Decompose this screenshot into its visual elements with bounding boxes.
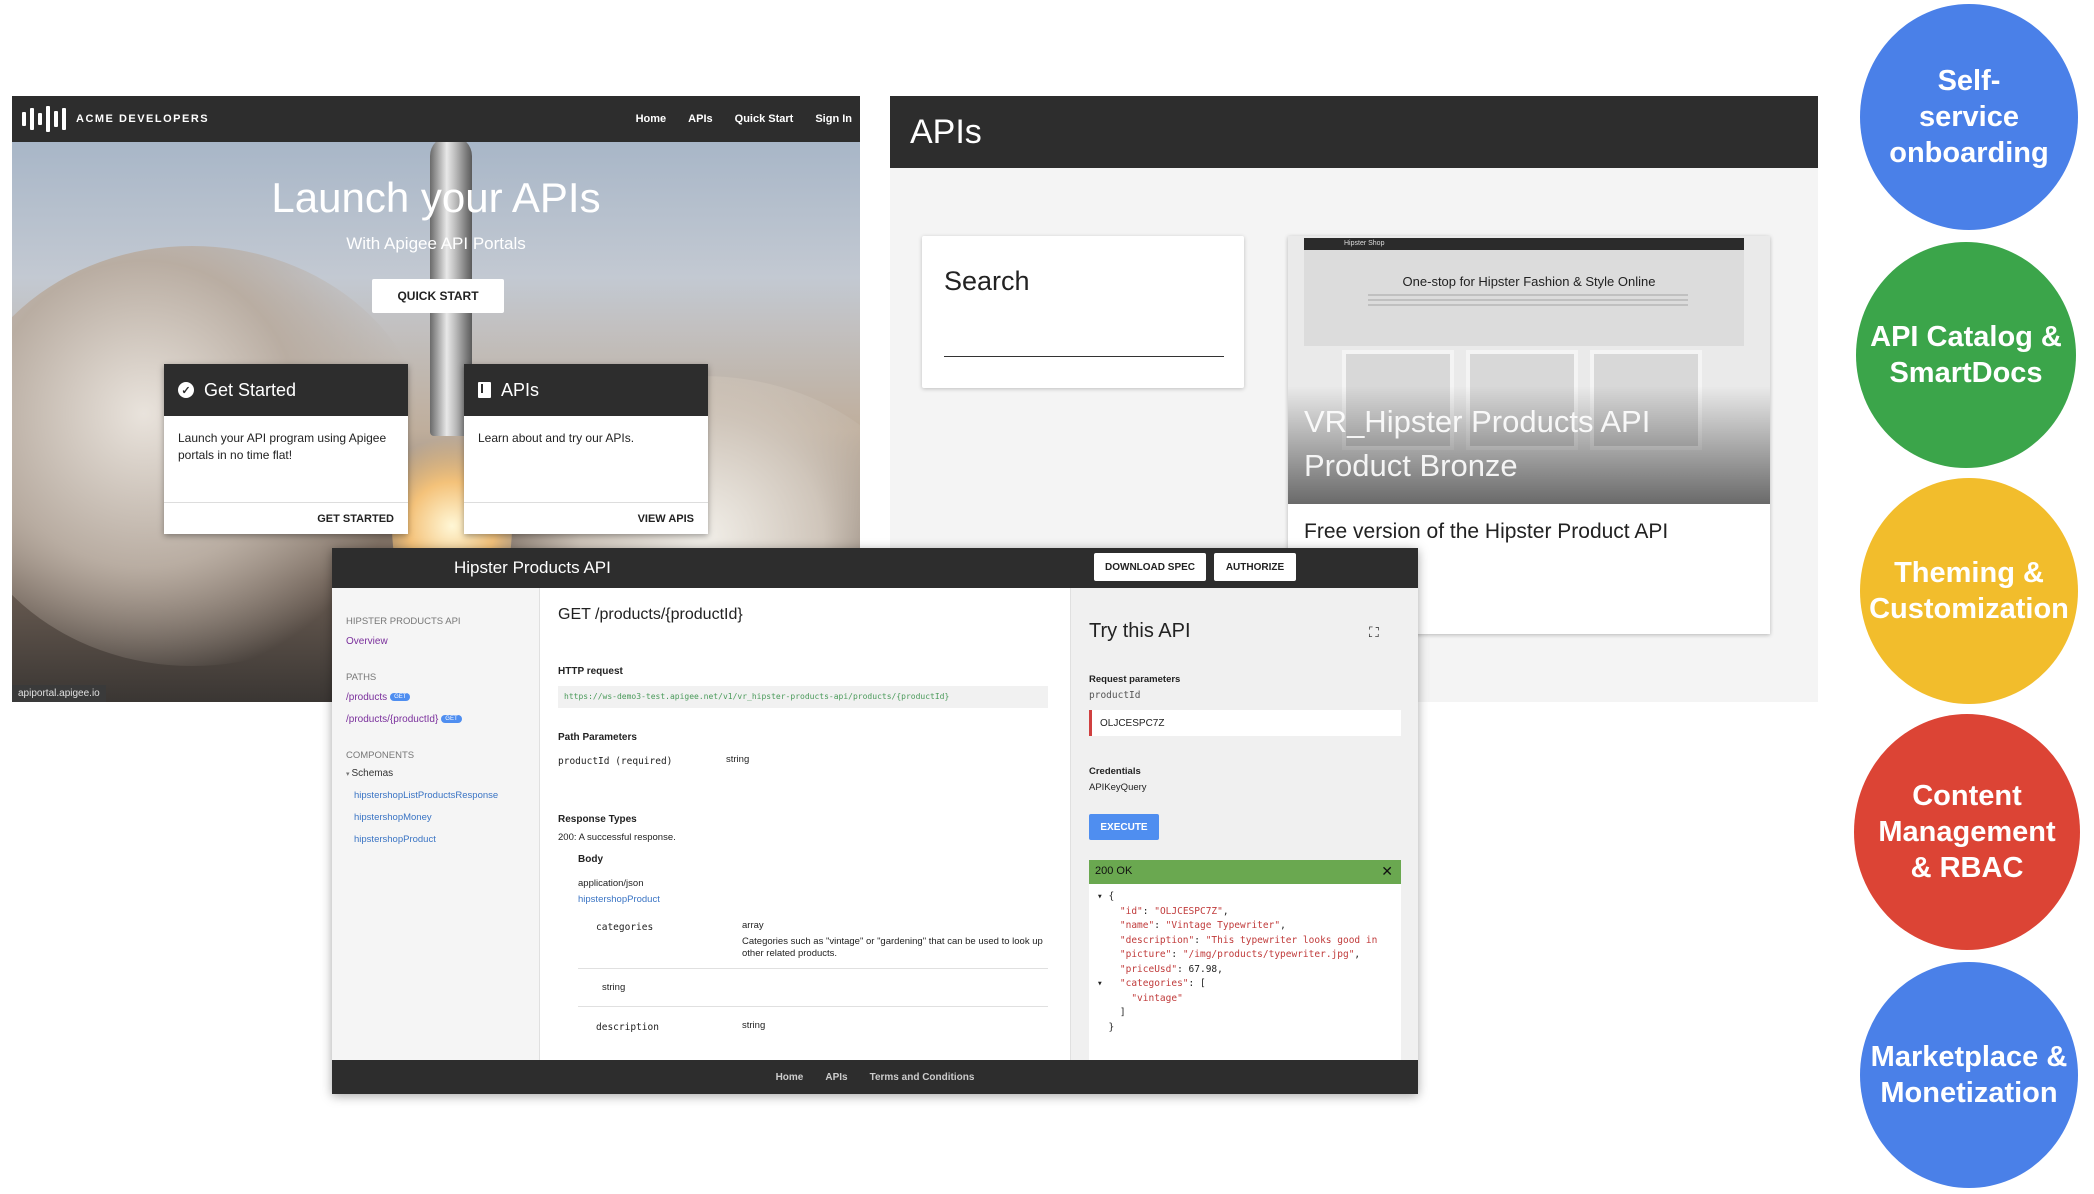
sidebar-schema-list-response[interactable]: hipstershopListProductsResponse — [354, 790, 498, 801]
sidebar-item-products[interactable]: /products GET — [346, 692, 411, 703]
field-name: categories — [596, 922, 654, 933]
sidebar-schema-money[interactable]: hipstershopMoney — [354, 812, 432, 823]
sidebar-item-product-by-id[interactable]: /products/{productId} GET — [346, 714, 462, 725]
http-request-label: HTTP request — [558, 666, 623, 677]
sidebar-item-schemas[interactable]: ▾ Schemas — [346, 768, 393, 779]
execute-button[interactable]: EXECUTE — [1089, 814, 1159, 840]
response-status: 200 OK — [1095, 865, 1133, 877]
product-overlay-title: VR_Hipster Products API Product Bronze — [1304, 404, 1651, 483]
content-type: application/json — [578, 878, 644, 889]
feature-api-catalog: API Catalog & SmartDocs — [1856, 242, 2076, 468]
status-url: apiportal.apigee.io — [12, 685, 106, 702]
search-card[interactable]: Search — [922, 236, 1244, 388]
feature-marketplace: Marketplace & Monetization — [1860, 962, 2078, 1188]
footer-home[interactable]: Home — [776, 1072, 804, 1083]
check-circle-icon: ✓ — [178, 382, 194, 398]
docs-sidebar: HIPSTER PRODUCTS API Overview PATHS /pro… — [332, 588, 540, 1060]
brand-name: ACME DEVELOPERS — [76, 113, 210, 125]
request-url: https://ws-demo3-test.apigee.net/v1/vr_h… — [558, 686, 1048, 708]
param-name: productId (required) — [558, 756, 673, 767]
preview-bar: Hipster Shop — [1304, 238, 1744, 250]
path-params-label: Path Parameters — [558, 732, 637, 743]
response-json: ▾ { "id": "OLJCESPC7Z", "name": "Vintage… — [1089, 884, 1401, 1060]
search-label: Search — [944, 266, 1030, 296]
param-type: string — [726, 754, 750, 765]
response-types-label: Response Types — [558, 814, 637, 825]
request-params-label: Request parameters — [1089, 674, 1181, 685]
sidebar-schema-product[interactable]: hipstershopProduct — [354, 834, 436, 845]
view-apis-link[interactable]: VIEW APIS — [638, 513, 694, 525]
hero-subtitle: With Apigee API Portals — [346, 234, 526, 253]
feature-content-management: Content Management & RBAC — [1854, 714, 2080, 950]
endpoint-title: GET /products/{productId} — [558, 606, 743, 623]
sidebar-group-components: COMPONENTS — [346, 750, 415, 761]
feature-self-service: Self-service onboarding — [1860, 4, 2078, 230]
credentials-label: Credentials — [1089, 766, 1141, 777]
card-title: Get Started — [204, 379, 297, 400]
docs-main: GET /products/{productId} HTTP request h… — [540, 588, 1070, 1060]
quick-start-button[interactable]: QUICK START — [372, 279, 504, 313]
sidebar-item-overview[interactable]: Overview — [346, 636, 388, 647]
feature-theming: Theming & Customization — [1860, 478, 2078, 704]
product-description: Free version of the Hipster Product API — [1304, 520, 1669, 543]
try-api-panel: Try this API ⛶ Request parameters produc… — [1070, 588, 1418, 1060]
credentials-value: APIKeyQuery — [1089, 782, 1147, 793]
close-icon[interactable]: ✕ — [1381, 863, 1393, 880]
response-status-bar: 200 OK ✕ — [1089, 860, 1401, 884]
field-name: description — [596, 1022, 659, 1033]
param-label: productId — [1089, 690, 1141, 701]
search-input[interactable] — [944, 356, 1224, 357]
nav-sign-in[interactable]: Sign In — [815, 113, 852, 125]
footer-apis[interactable]: APIs — [825, 1072, 847, 1083]
authorize-button[interactable]: AUTHORIZE — [1214, 553, 1296, 581]
nav-home[interactable]: Home — [636, 113, 667, 125]
docs-footer: Home APIs Terms and Conditions — [332, 1060, 1418, 1094]
catalog-header: APIs — [890, 96, 1818, 168]
fullscreen-icon[interactable]: ⛶ — [1369, 624, 1379, 641]
field-type: array — [742, 920, 764, 931]
portal-navbar: ACME DEVELOPERS Home APIs Quick Start Si… — [12, 96, 860, 142]
sidebar-group-api: HIPSTER PRODUCTS API — [346, 616, 461, 627]
apis-card: APIs Learn about and try our APIs. VIEW … — [464, 364, 708, 534]
response-200: 200: A successful response. — [558, 832, 676, 843]
product-preview-image: Hipster Shop One-stop for Hipster Fashio… — [1288, 236, 1770, 504]
schema-link[interactable]: hipstershopProduct — [578, 894, 660, 905]
portal-menu: Home APIs Quick Start Sign In — [636, 96, 852, 142]
field-description: Categories such as "vintage" or "gardeni… — [742, 936, 1043, 959]
get-badge: GET — [390, 693, 411, 702]
get-started-link[interactable]: GET STARTED — [317, 513, 394, 525]
nav-apis[interactable]: APIs — [688, 113, 712, 125]
get-started-card: ✓ Get Started Launch your API program usi… — [164, 364, 408, 534]
field-type: string — [742, 1020, 766, 1031]
nav-quick-start[interactable]: Quick Start — [735, 113, 794, 125]
card-body: Launch your API program using Apigee por… — [178, 431, 387, 462]
body-label: Body — [578, 854, 603, 865]
sidebar-group-paths: PATHS — [346, 672, 377, 683]
product-id-input[interactable]: OLJCESPC7Z — [1089, 710, 1401, 736]
card-title: APIs — [501, 379, 540, 400]
try-title: Try this API — [1089, 620, 1191, 642]
docs-title: Hipster Products API — [454, 558, 611, 577]
book-icon — [478, 382, 491, 398]
preview-heading: One-stop for Hipster Fashion & Style Onl… — [1402, 274, 1656, 289]
footer-terms[interactable]: Terms and Conditions — [870, 1072, 975, 1083]
field-type: string — [602, 982, 626, 993]
smartdocs-screenshot: Hipster Products API DOWNLOAD SPEC AUTHO… — [332, 548, 1418, 1094]
download-spec-button[interactable]: DOWNLOAD SPEC — [1094, 553, 1206, 581]
card-body: Learn about and try our APIs. — [478, 431, 635, 445]
get-badge: GET — [441, 715, 462, 724]
docs-header: Hipster Products API DOWNLOAD SPEC AUTHO… — [332, 548, 1418, 588]
hero-title: Launch your APIs — [271, 174, 601, 221]
acme-logo-icon[interactable] — [22, 106, 66, 132]
